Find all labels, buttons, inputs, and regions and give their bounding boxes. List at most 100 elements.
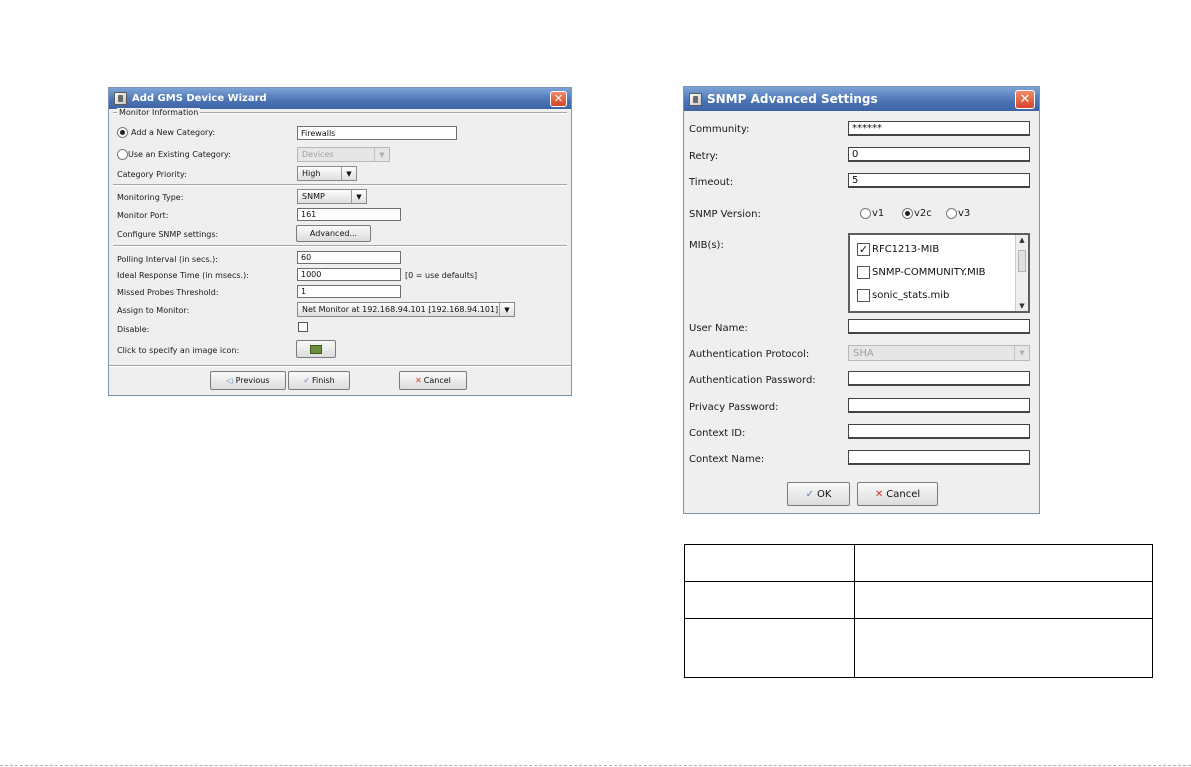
- page-footer-rule: [0, 765, 1191, 766]
- app-icon: [689, 92, 702, 106]
- chevron-down-icon: ▼: [499, 303, 514, 316]
- retry-input[interactable]: [848, 147, 1030, 162]
- ideal-response-hint: [0 = use defaults]: [405, 271, 478, 280]
- category-priority-select[interactable]: High ▼: [297, 166, 357, 181]
- auth-password-label: Authentication Password:: [689, 375, 816, 386]
- close-icon[interactable]: ✕: [550, 90, 567, 107]
- user-name-label: User Name:: [689, 323, 748, 334]
- version-v2c-radio[interactable]: [902, 208, 913, 219]
- mib-checkbox-sonic-stats[interactable]: [857, 289, 870, 302]
- image-icon-button[interactable]: [296, 340, 336, 358]
- cancel-button[interactable]: ✕ Cancel: [399, 371, 467, 390]
- mib-item[interactable]: SNMP-COMMUNITY.MIB: [857, 266, 986, 279]
- context-name-input[interactable]: [848, 450, 1030, 465]
- scroll-up-icon[interactable]: ▲: [1016, 236, 1028, 244]
- assign-monitor-label: Assign to Monitor:: [117, 306, 190, 315]
- monitoring-type-select[interactable]: SNMP ▼: [297, 189, 367, 204]
- version-v2c-label: v2c: [914, 208, 932, 219]
- mib-list[interactable]: ✓ RFC1213-MIB SNMP-COMMUNITY.MIB sonic_s…: [848, 233, 1030, 313]
- snmp-version-label: SNMP Version:: [689, 209, 761, 220]
- advanced-button[interactable]: Advanced...: [296, 225, 371, 242]
- category-priority-value: High: [302, 169, 321, 178]
- version-v3-radio[interactable]: [946, 208, 957, 219]
- privacy-password-input[interactable]: [848, 398, 1030, 413]
- snmp-titlebar[interactable]: SNMP Advanced Settings ✕: [684, 87, 1039, 111]
- cancel-label: Cancel: [423, 376, 451, 385]
- monitoring-type-label: Monitoring Type:: [117, 193, 184, 202]
- previous-label: Previous: [235, 376, 270, 385]
- retry-label: Retry:: [689, 151, 719, 162]
- disable-checkbox[interactable]: [298, 322, 308, 332]
- new-category-input[interactable]: [297, 126, 457, 140]
- existing-category-value: Devices: [302, 150, 334, 159]
- missed-probes-input[interactable]: [297, 285, 401, 298]
- check-icon: ✓: [303, 376, 310, 385]
- chevron-down-icon: ▼: [1014, 346, 1029, 360]
- ideal-response-label: Ideal Response Time (in msecs.):: [117, 271, 249, 280]
- mib-checkbox-rfc1213[interactable]: ✓: [857, 243, 870, 256]
- snmp-cancel-label: Cancel: [886, 488, 921, 500]
- table-cell: [854, 618, 1153, 678]
- previous-button[interactable]: ◁ Previous: [210, 371, 286, 390]
- table-row: [684, 618, 1153, 678]
- existing-category-select: Devices ▼: [297, 147, 390, 162]
- community-input[interactable]: [848, 121, 1030, 136]
- disable-label: Disable:: [117, 325, 150, 334]
- add-new-category-radio[interactable]: [117, 127, 128, 138]
- context-id-input[interactable]: [848, 424, 1030, 439]
- polling-interval-input[interactable]: [297, 251, 401, 264]
- chevron-down-icon: ▼: [351, 190, 366, 203]
- auth-protocol-select: SHA ▼: [848, 345, 1030, 361]
- chevron-down-icon: ▼: [374, 148, 389, 161]
- separator: [113, 184, 567, 186]
- app-icon: [114, 92, 127, 105]
- context-id-label: Context ID:: [689, 428, 746, 439]
- mib-scrollbar[interactable]: ▲ ▼: [1015, 235, 1028, 311]
- cancel-icon: ✕: [874, 488, 884, 500]
- wizard-titlebar[interactable]: Add GMS Device Wizard ✕: [109, 88, 571, 109]
- wizard-title: Add GMS Device Wizard: [132, 93, 267, 104]
- table-cell: [854, 581, 1153, 619]
- use-existing-category-radio[interactable]: [117, 149, 128, 160]
- table-row: [684, 581, 1153, 619]
- group-title: Monitor Information: [117, 108, 201, 117]
- mibs-label: MIB(s):: [689, 240, 724, 251]
- monitoring-type-value: SNMP: [302, 192, 325, 201]
- auth-password-input[interactable]: [848, 371, 1030, 386]
- cancel-icon: ✕: [415, 376, 422, 385]
- finish-button[interactable]: ✓ Finish: [288, 371, 350, 390]
- scroll-down-icon[interactable]: ▼: [1016, 302, 1028, 310]
- snmp-cancel-button[interactable]: ✕ Cancel: [857, 482, 938, 506]
- auth-protocol-label: Authentication Protocol:: [689, 349, 810, 360]
- table-cell: [854, 544, 1153, 582]
- timeout-input[interactable]: [848, 173, 1030, 188]
- version-v1-label: v1: [872, 208, 885, 219]
- assign-monitor-value: Net Monitor at 192.168.94.101 [192.168.9…: [302, 305, 499, 314]
- mib-item[interactable]: ✓ RFC1213-MIB: [857, 243, 939, 256]
- mib-name: SNMP-COMMUNITY.MIB: [872, 267, 986, 278]
- mib-checkbox-snmp-community[interactable]: [857, 266, 870, 279]
- scroll-thumb[interactable]: [1018, 250, 1026, 272]
- chevron-down-icon: ▼: [341, 167, 356, 180]
- monitor-port-input[interactable]: [297, 208, 401, 221]
- close-icon[interactable]: ✕: [1015, 89, 1035, 109]
- privacy-password-label: Privacy Password:: [689, 402, 779, 413]
- ok-label: OK: [816, 488, 832, 500]
- mib-name: RFC1213-MIB: [872, 244, 940, 255]
- assign-monitor-select[interactable]: Net Monitor at 192.168.94.101 [192.168.9…: [297, 302, 515, 317]
- version-v3-label: v3: [958, 208, 971, 219]
- ideal-response-input[interactable]: [297, 268, 401, 281]
- mib-item[interactable]: sonic_stats.mib: [857, 289, 949, 302]
- separator: [109, 365, 571, 367]
- polling-interval-label: Polling Interval (in secs.):: [117, 255, 218, 264]
- ok-button[interactable]: ✓ OK: [787, 482, 850, 506]
- table-cell: [684, 618, 855, 678]
- user-name-input[interactable]: [848, 319, 1030, 334]
- context-name-label: Context Name:: [689, 454, 765, 465]
- version-v1-radio[interactable]: [860, 208, 871, 219]
- image-icon: [310, 344, 322, 354]
- empty-table: [684, 544, 1153, 678]
- missed-probes-label: Missed Probes Threshold:: [117, 288, 219, 297]
- auth-protocol-value: SHA: [853, 347, 874, 359]
- category-priority-label: Category Priority:: [117, 170, 187, 179]
